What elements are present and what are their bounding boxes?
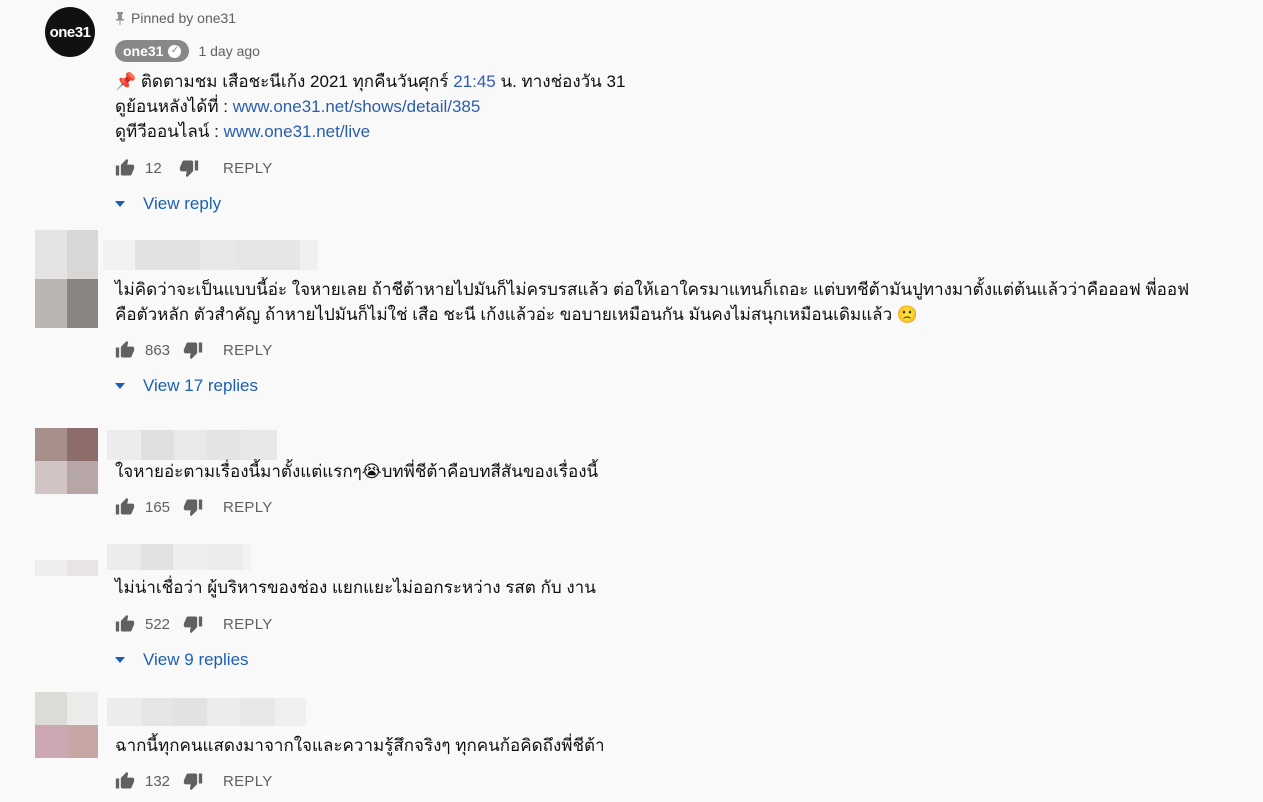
comment-text: ใจหายอ่ะตามเรื่องนี้มาตั้งแต่แรกๆ😭บทพี่ช…	[115, 462, 599, 481]
like-icon[interactable]	[115, 497, 135, 517]
reply-button[interactable]: REPLY	[223, 773, 273, 790]
comment-text: ดูย้อนหลังได้ที่ :	[115, 97, 233, 116]
comment-timestamp[interactable]: 1 day ago	[198, 43, 260, 59]
like-icon[interactable]	[115, 158, 135, 178]
like-icon[interactable]	[115, 771, 135, 791]
reply-button[interactable]: REPLY	[223, 160, 273, 177]
comment-text-line: ดูย้อนหลังได้ที่ : www.one31.net/shows/d…	[115, 94, 480, 119]
comment-text: ไม่คิดว่าจะเป็นแบบนี้อ่ะ ใจหายเลย ถ้าชีต…	[115, 280, 1190, 299]
comment-text: ดูทีวีออนไลน์ :	[115, 122, 224, 141]
avatar[interactable]	[35, 692, 98, 758]
avatar[interactable]	[35, 230, 98, 328]
comment-header: one31 ✓ 1 day ago	[115, 40, 260, 62]
caret-down-icon	[115, 383, 125, 389]
comment-actions: 165 REPLY	[115, 495, 273, 519]
caret-down-icon	[115, 657, 125, 663]
author-badge[interactable]: one31 ✓	[115, 40, 190, 62]
view-replies-button[interactable]: View 17 replies	[115, 374, 258, 398]
view-replies-label: View 17 replies	[143, 376, 258, 395]
comment-text: ไม่น่าเชื่อว่า ผู้บริหารของช่อง แยกแยะไม…	[115, 578, 596, 597]
avatar-logo-text: one31	[49, 23, 91, 41]
view-replies-button[interactable]: View 9 replies	[115, 648, 249, 672]
view-replies-label: View reply	[143, 194, 222, 213]
pinned-label: Pinned by one31	[131, 10, 237, 26]
comment-text: คือตัวหลัก ตัวสำคัญ ถ้าหายไปมันก็ไม่ใช่ …	[115, 305, 919, 324]
comment-text: 📌 ติดตามชม เสือชะนีเก้ง 2021 ทุกคืนวันศุ…	[115, 72, 454, 91]
like-count: 165	[145, 498, 171, 516]
author-name[interactable]	[107, 430, 277, 460]
avatar[interactable]	[35, 428, 98, 494]
live-link[interactable]: www.one31.net/live	[224, 122, 370, 141]
comment-text: น. ทางช่องวัน 31	[495, 72, 626, 91]
channel-avatar[interactable]: one31	[45, 7, 95, 57]
avatar[interactable]	[35, 560, 98, 592]
caret-down-icon	[115, 201, 125, 207]
view-replies-button[interactable]: View reply	[115, 192, 221, 216]
author-name[interactable]	[107, 698, 306, 726]
comment-text-line: ดูทีวีออนไลน์ : www.one31.net/live	[115, 119, 370, 144]
dislike-icon[interactable]	[179, 158, 199, 178]
comment-text-line: 📌 ติดตามชม เสือชะนีเก้ง 2021 ทุกคืนวันศุ…	[115, 69, 625, 94]
dislike-icon[interactable]	[183, 771, 203, 791]
like-count: 12	[145, 159, 162, 177]
like-count: 522	[145, 615, 171, 633]
author-name[interactable]	[107, 544, 251, 570]
dislike-icon[interactable]	[183, 497, 203, 517]
reply-button[interactable]: REPLY	[223, 616, 273, 633]
dislike-icon[interactable]	[183, 614, 203, 634]
reply-button[interactable]: REPLY	[223, 342, 273, 359]
comment-actions: 132 REPLY	[115, 769, 273, 793]
comment-actions: 522 REPLY	[115, 612, 273, 636]
verified-check-icon: ✓	[168, 44, 182, 58]
author-name: one31	[123, 43, 164, 59]
pinned-indicator: Pinned by one31	[115, 9, 236, 27]
dislike-icon[interactable]	[183, 340, 203, 360]
show-link[interactable]: www.one31.net/shows/detail/385	[233, 97, 481, 116]
comment-actions: 12 REPLY	[115, 156, 273, 180]
pin-icon	[116, 11, 124, 25]
author-name[interactable]	[103, 240, 318, 270]
view-replies-label: View 9 replies	[143, 650, 249, 669]
comment-actions: 863 REPLY	[115, 338, 273, 362]
reply-button[interactable]: REPLY	[223, 499, 273, 516]
timestamp-link[interactable]: 21:45	[453, 72, 496, 91]
like-count: 863	[145, 341, 171, 359]
comment-text: ฉากนี้ทุกคนแสดงมาจากใจและความรู้สึกจริงๆ…	[115, 736, 605, 755]
like-icon[interactable]	[115, 340, 135, 360]
like-count: 132	[145, 772, 171, 790]
like-icon[interactable]	[115, 614, 135, 634]
